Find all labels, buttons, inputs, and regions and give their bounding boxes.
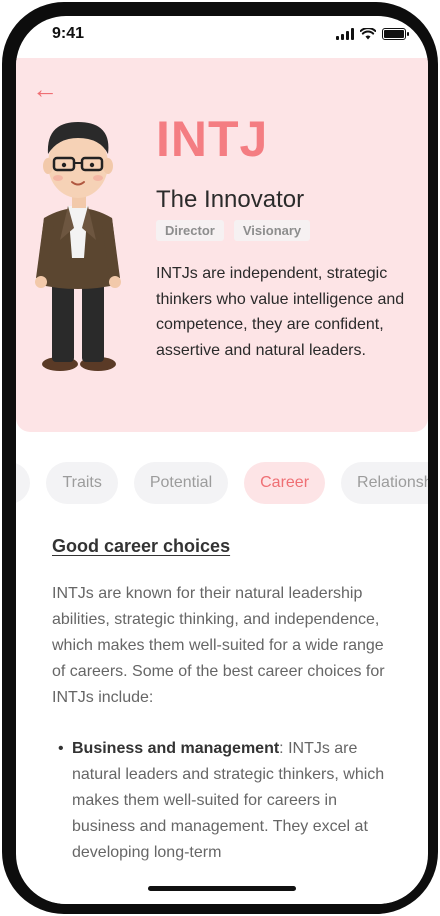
career-bullet-list: Business and management: INTJs are natur… [58,736,388,866]
character-avatar [35,122,121,371]
tab-career[interactable]: Career [244,462,326,504]
tag-director: Director [156,220,224,241]
section-title: Good career choices [52,536,231,556]
device-frame: 9:41 ← INTJ The Innovator Director Visio… [2,2,438,914]
tab-potential[interactable]: Potential [133,462,229,504]
wifi-icon [360,28,376,40]
tag-visionary: Visionary [233,220,311,241]
tab-traits[interactable]: Traits [46,462,118,504]
hero-card: ← INTJ The Innovator Director Visionary … [16,58,428,432]
list-item-text: : INTJs are natural leaders and strategi… [72,740,385,861]
personality-type-title: INTJ [156,111,269,167]
screen: 9:41 ← INTJ The Innovator Director Visio… [16,16,428,904]
personality-subtitle: The Innovator [156,186,305,213]
arrow-left-icon[interactable]: ← [32,76,58,102]
tab-relationships[interactable]: Relationships [341,462,428,504]
tab-strengths[interactable]: ts [16,462,31,504]
battery-icon [382,28,409,40]
status-icons [336,28,409,40]
section-tabs: ts Traits Potential Career Relationships [16,462,428,504]
home-indicator[interactable] [148,886,296,891]
career-intro-text: INTJs are known for their natural leader… [52,585,385,706]
status-time: 9:41 [52,25,85,42]
signal-icon [336,28,354,40]
scroll-fade [16,856,428,904]
status-bar: 9:41 [16,16,428,60]
tag-list: Director Visionary [156,220,311,241]
list-item: Business and management: INTJs are natur… [58,736,388,866]
personality-description: INTJs are independent, strategic thinker… [156,265,405,359]
list-item-heading: Business and management [72,740,280,757]
